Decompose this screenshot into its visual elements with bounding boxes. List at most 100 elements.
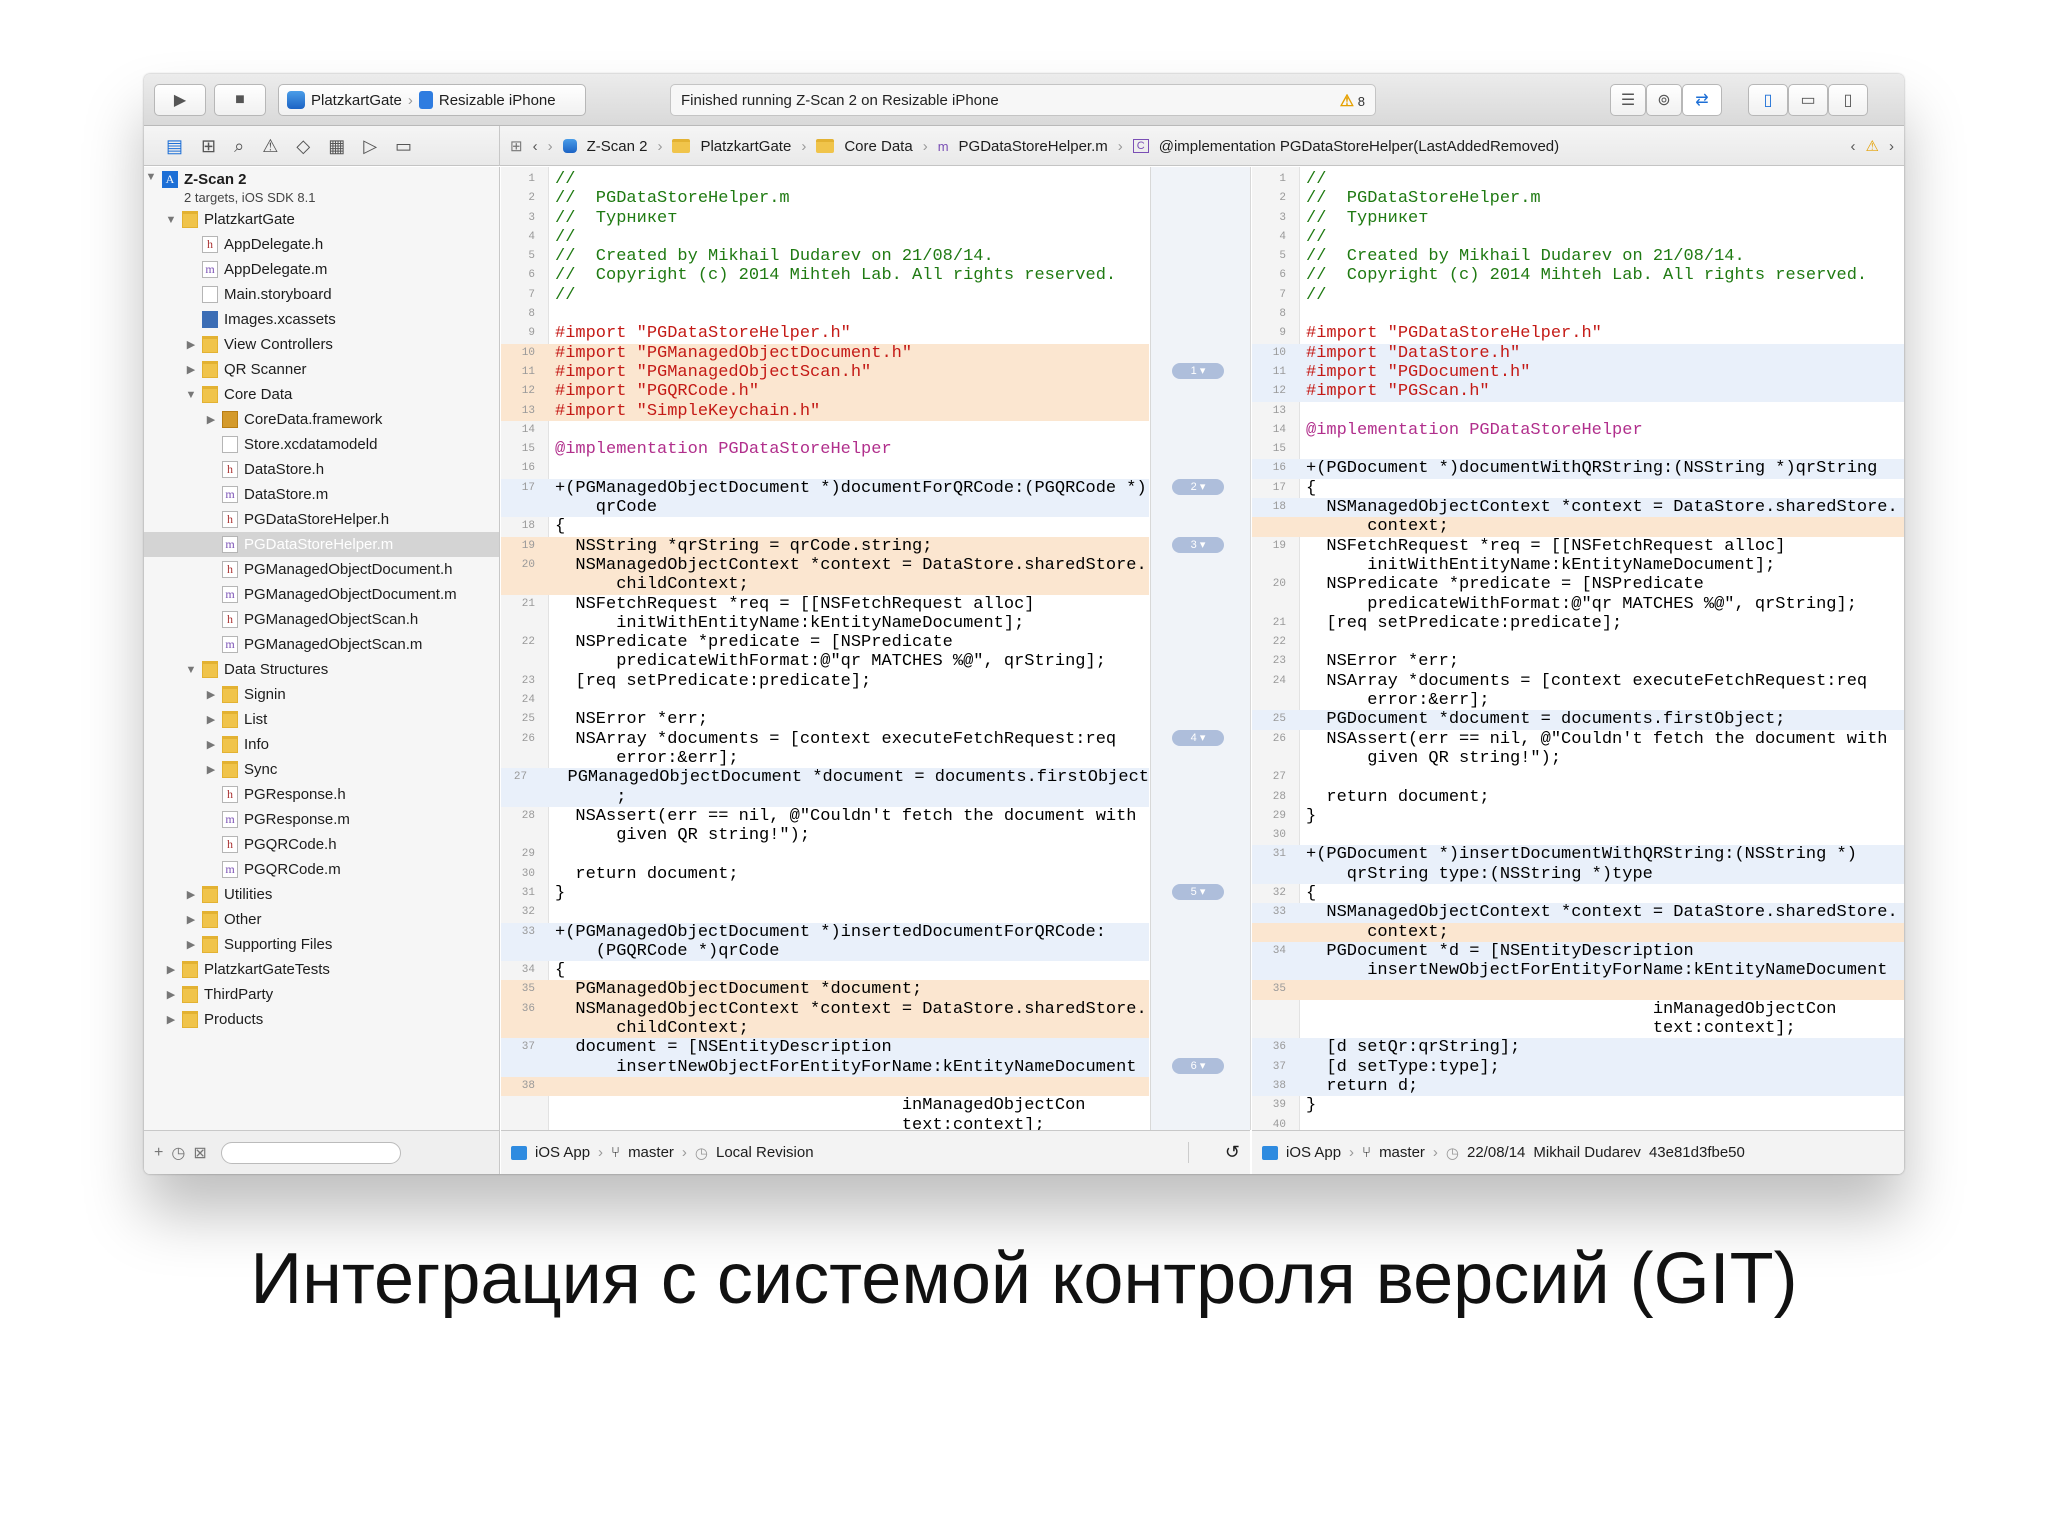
disclosure-icon[interactable]: ▶ — [164, 1013, 178, 1026]
disclosure-icon[interactable]: ▼ — [184, 664, 198, 676]
code-line: 9 #import "PGDataStoreHelper.h" — [501, 324, 1149, 343]
disclosure-icon[interactable]: ▶ — [204, 713, 218, 726]
diff-change-pill[interactable]: 1 ▾ — [1172, 363, 1224, 379]
stop-button[interactable]: ■ — [214, 84, 266, 116]
tree-item[interactable]: ▼ Data Structures — [144, 657, 499, 682]
tree-item[interactable]: m DataStore.m — [144, 482, 499, 507]
tree-item[interactable]: Main.storyboard — [144, 282, 499, 307]
breadcrumb-item[interactable]: Core Data — [844, 138, 912, 155]
tree-item[interactable]: m PGQRCode.m — [144, 857, 499, 882]
tree-item[interactable]: h AppDelegate.h — [144, 232, 499, 257]
debug-toggle[interactable]: ▭ — [1788, 84, 1828, 116]
tree-item[interactable]: ▶ View Controllers — [144, 332, 499, 357]
tree-item[interactable]: ▶ ThirdParty — [144, 982, 499, 1007]
diff-change-pill[interactable]: 6 ▾ — [1172, 1057, 1224, 1074]
debug-icon[interactable]: ▦ — [328, 136, 345, 157]
diff-change-pill[interactable]: 4 ▾ — [1172, 729, 1224, 746]
tree-item[interactable]: m PGResponse.m — [144, 807, 499, 832]
diff-change-pill[interactable]: 2 ▾ — [1172, 478, 1224, 495]
issue-icon[interactable]: ⚠ — [262, 136, 278, 157]
revision-label[interactable]: Local Revision — [716, 1144, 814, 1161]
tree-item[interactable]: h PGManagedObjectDocument.h — [144, 557, 499, 582]
target-label[interactable]: iOS App — [1286, 1144, 1341, 1161]
disclosure-icon[interactable]: ▶ — [184, 938, 198, 951]
tree-item[interactable]: ▶ Signin — [144, 682, 499, 707]
test-icon[interactable]: ◇ — [296, 136, 310, 157]
tree-item[interactable]: ▶ Supporting Files — [144, 932, 499, 957]
disclosure-icon[interactable]: ▶ — [204, 738, 218, 751]
breadcrumb-item[interactable]: @implementation PGDataStoreHelper(LastAd… — [1159, 138, 1559, 155]
breadcrumb-item[interactable]: PlatzkartGate — [700, 138, 791, 155]
clock-icon[interactable]: ◷ — [171, 1143, 185, 1163]
search-icon[interactable]: ⌕ — [234, 136, 244, 157]
disclosure-icon[interactable]: ▶ — [184, 913, 198, 926]
back-icon[interactable]: ‹ — [533, 138, 538, 155]
tree-item[interactable]: ▶ Sync — [144, 757, 499, 782]
disclosure-icon[interactable]: ▶ — [164, 988, 178, 1001]
scm-icon[interactable]: ⊠ — [193, 1143, 206, 1163]
tree-item[interactable]: ▶ QR Scanner — [144, 357, 499, 382]
tree-item[interactable]: ▶ Products — [144, 1007, 499, 1032]
tree-item[interactable]: m AppDelegate.m — [144, 257, 499, 282]
disclosure-icon[interactable]: ▼ — [184, 389, 198, 401]
tree-item[interactable]: h PGQRCode.h — [144, 832, 499, 857]
branch-label[interactable]: master — [1379, 1144, 1425, 1161]
assistant-editor-button[interactable]: ⊚ — [1646, 84, 1682, 116]
branch-label[interactable]: master — [628, 1144, 674, 1161]
grid-icon[interactable]: ⊞ — [510, 137, 523, 155]
tree-item[interactable]: ▶ PlatzkartGateTests — [144, 957, 499, 982]
diff-change-pill[interactable]: 3 ▾ — [1172, 536, 1224, 553]
disclosure-icon[interactable]: ▼ — [144, 171, 158, 183]
tree-item[interactable]: ▶ CoreData.framework — [144, 407, 499, 432]
tree-item[interactable]: ▶ Other — [144, 907, 499, 932]
warning-indicator[interactable]: ⚠ 8 — [1340, 91, 1365, 111]
filter-input[interactable] — [220, 1141, 401, 1164]
tree-item[interactable]: ▶ Utilities — [144, 882, 499, 907]
disclosure-icon[interactable]: ▶ — [204, 763, 218, 776]
breadcrumb-item[interactable]: Z-Scan 2 — [587, 138, 648, 155]
report-icon[interactable]: ▭ — [395, 136, 412, 157]
run-button[interactable]: ▶ — [154, 84, 206, 116]
tree-item[interactable]: ▼ PlatzkartGate — [144, 207, 499, 232]
tree-item[interactable]: h PGManagedObjectScan.h — [144, 607, 499, 632]
standard-editor-button[interactable]: ☰ — [1610, 84, 1646, 116]
disclosure-icon[interactable]: ▶ — [184, 338, 198, 351]
diff-change-pill[interactable]: 5 ▾ — [1172, 884, 1224, 901]
tree-item[interactable]: h DataStore.h — [144, 457, 499, 482]
hierarchy-icon[interactable]: ⊞ — [201, 136, 216, 157]
disclosure-icon[interactable]: ▶ — [184, 363, 198, 376]
scheme-selector[interactable]: PlatzkartGate › Resizable iPhone — [278, 84, 586, 116]
target-label[interactable]: iOS App — [535, 1144, 590, 1161]
tree-item[interactable]: h PGResponse.h — [144, 782, 499, 807]
version-editor-button[interactable]: ⇄ — [1682, 84, 1722, 116]
breadcrumb-item[interactable]: PGDataStoreHelper.m — [959, 138, 1108, 155]
chevron-left-icon[interactable]: ‹ — [1851, 138, 1856, 155]
disclosure-icon[interactable]: ▶ — [184, 888, 198, 901]
tree-item[interactable]: ▶ List — [144, 707, 499, 732]
tree-item[interactable]: m PGDataStoreHelper.m — [144, 532, 499, 557]
committed-revision-editor[interactable]: 1 // 2 // PGDataStoreHelper.m 3 // Турникет 4 /… — [1252, 167, 1904, 1130]
tree-item[interactable]: h PGDataStoreHelper.h — [144, 507, 499, 532]
tree-item[interactable]: m PGManagedObjectScan.m — [144, 632, 499, 657]
navigator-toggle[interactable]: ▯ — [1748, 84, 1788, 116]
forward-icon[interactable]: › — [548, 138, 553, 155]
breakpoint-icon[interactable]: ▷ — [363, 136, 377, 157]
local-revision-editor[interactable]: 1 // 2 // PGDataStoreHelper.m 3 // Турникет 4 /… — [501, 167, 1149, 1130]
history-icon[interactable]: ↺ — [1187, 1142, 1240, 1163]
add-icon[interactable]: + — [154, 1144, 163, 1162]
tree-item[interactable]: ▼ Core Data — [144, 382, 499, 407]
disclosure-icon[interactable]: ▶ — [164, 963, 178, 976]
folder-icon[interactable]: ▤ — [166, 136, 183, 157]
disclosure-icon[interactable]: ▶ — [204, 688, 218, 701]
tree-item[interactable]: ▶ Info — [144, 732, 499, 757]
project-root[interactable]: ▼ A Z-Scan 2 2 targets, iOS SDK 8.1 — [144, 167, 499, 207]
tree-item[interactable]: m PGManagedObjectDocument.m — [144, 582, 499, 607]
tree-item[interactable]: Store.xcdatamodeld — [144, 432, 499, 457]
disclosure-icon[interactable]: ▼ — [164, 214, 178, 226]
disclosure-icon[interactable]: ▶ — [204, 413, 218, 426]
commit-date[interactable]: 22/08/14 — [1467, 1144, 1525, 1161]
utilities-toggle[interactable]: ▯ — [1828, 84, 1868, 116]
warning-icon[interactable]: ⚠ — [1866, 137, 1879, 155]
tree-item[interactable]: Images.xcassets — [144, 307, 499, 332]
chevron-right-icon[interactable]: › — [1889, 138, 1894, 155]
